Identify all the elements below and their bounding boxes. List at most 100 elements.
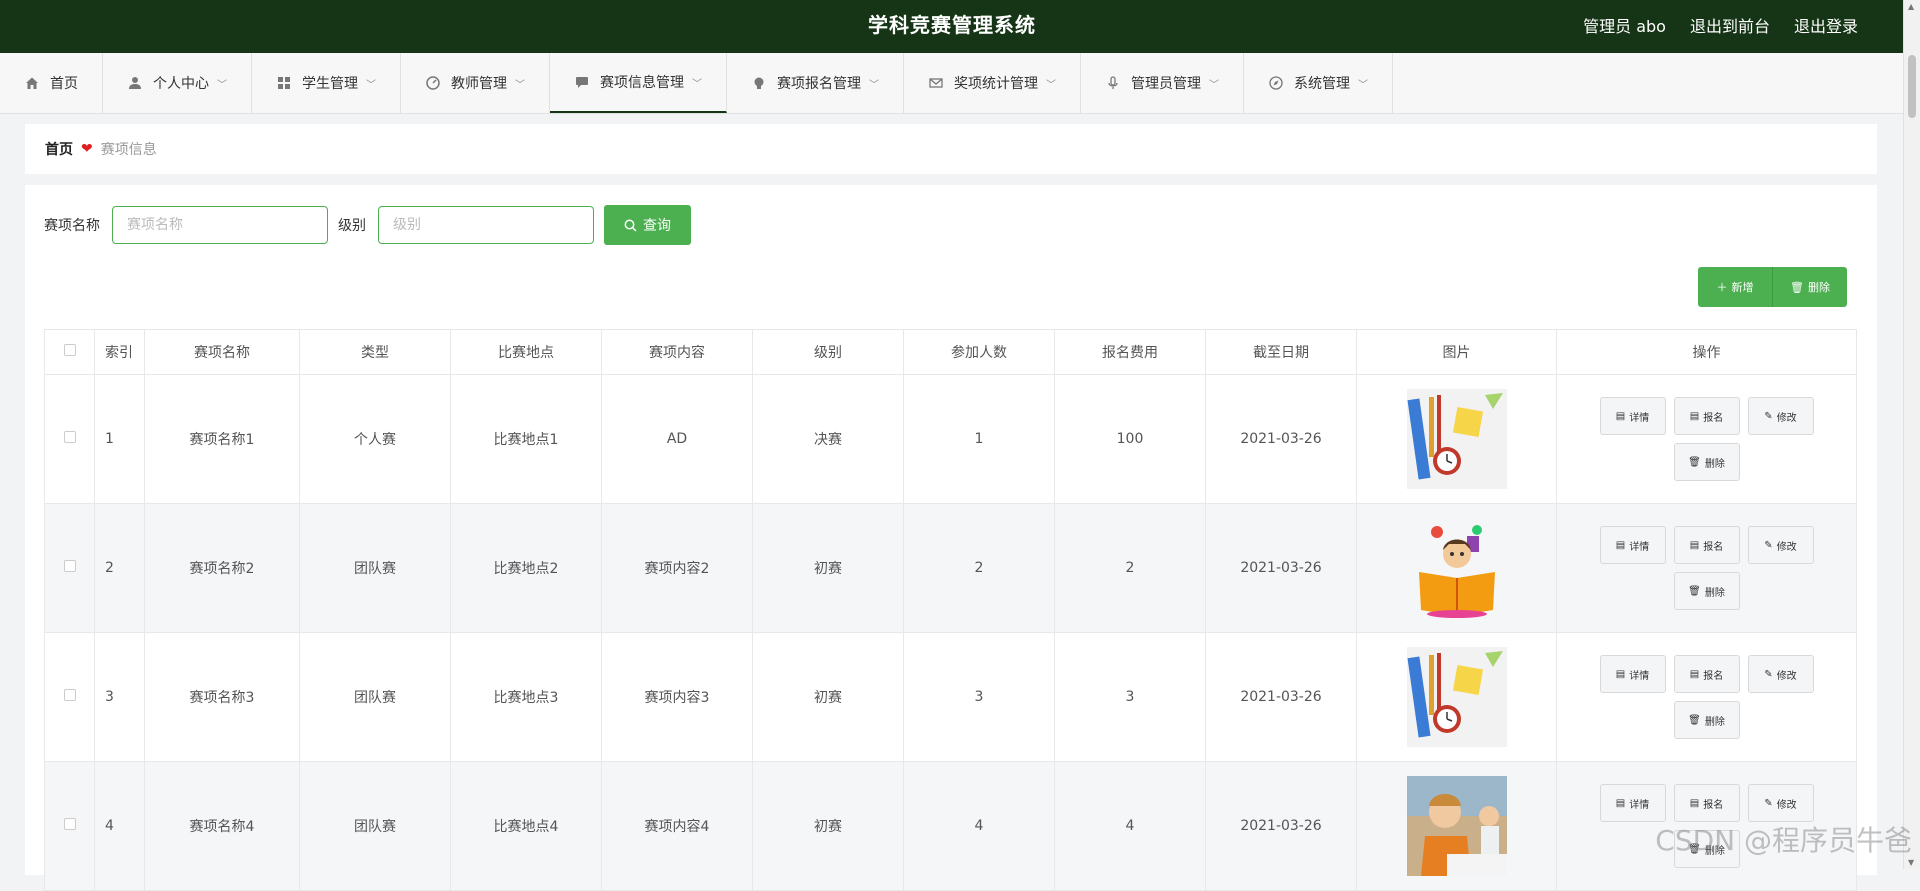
cell-type: 团队赛 — [299, 503, 451, 633]
nav-signup-mgmt[interactable]: 赛项报名管理 ﹀ — [727, 53, 904, 113]
back-to-front-link[interactable]: 退出到前台 — [1690, 13, 1770, 37]
delete-button[interactable]: 🗑 删除 — [1673, 443, 1740, 481]
nav-admin-mgmt[interactable]: 管理员管理 ﹀ — [1081, 53, 1244, 113]
nav-system-mgmt[interactable]: 系统管理 ﹀ — [1244, 53, 1393, 113]
delete-button-label: 删除 — [1704, 458, 1725, 470]
main-nav: 首页 个人中心 ﹀ 学生管理 ﹀ 教师管理 ﹀ 赛项信息管理 ﹀ 赛项报名管理 … — [0, 53, 1904, 114]
delete-button-label: 删除 — [1704, 716, 1725, 728]
grid-icon — [276, 75, 292, 91]
pencil-icon: ✎ — [1764, 668, 1773, 680]
cell-content: 赛项内容2 — [601, 503, 753, 633]
cell-level: 决赛 — [752, 374, 904, 504]
cell-name: 赛项名称1 — [144, 374, 300, 504]
doc-icon: ▤ — [1615, 410, 1626, 422]
table-header-row: 索引 赛项名称 类型 比赛地点 赛项内容 级别 参加人数 报名费用 截至日期 图… — [44, 329, 1857, 375]
edit-button[interactable]: ✎ 修改 — [1747, 655, 1814, 693]
cell-content: AD — [601, 374, 753, 504]
table-row: 3 赛项名称3 团队赛 比赛地点3 赛项内容3 初赛 3 3 2021-03-2… — [44, 632, 1857, 762]
edit-button-label: 修改 — [1776, 412, 1797, 424]
batch-delete-button[interactable]: 🗑 删除 — [1772, 267, 1847, 307]
delete-button-label: 删除 — [1704, 587, 1725, 599]
breadcrumb-current: 赛项信息 — [100, 142, 157, 158]
nav-student-mgmt-label: 学生管理 — [302, 76, 358, 92]
row-checkbox[interactable] — [63, 818, 76, 830]
add-button[interactable]: ＋ 新增 — [1698, 267, 1772, 307]
main-panel: 赛项名称 级别 查询 ＋ 新增 🗑 删除 索引 赛项名称 — [25, 185, 1877, 891]
doc-icon: ▤ — [1689, 668, 1700, 680]
pencil-icon: ✎ — [1764, 797, 1773, 809]
nav-personal-center[interactable]: 个人中心 ﹀ — [103, 53, 252, 113]
delete-button[interactable]: 🗑 删除 — [1673, 701, 1740, 739]
select-all-checkbox[interactable] — [63, 344, 76, 356]
nav-home[interactable]: 首页 — [0, 53, 103, 113]
add-button-label: 新增 — [1731, 281, 1754, 294]
user-icon — [127, 75, 143, 91]
cell-type: 个人赛 — [299, 374, 451, 504]
detail-button-label: 详情 — [1629, 799, 1650, 811]
cell-fee: 2 — [1054, 503, 1206, 633]
cell-content: 赛项内容3 — [601, 632, 753, 762]
col-name: 赛项名称 — [144, 329, 300, 375]
cell-type: 团队赛 — [299, 761, 451, 891]
stationery-image — [1406, 647, 1507, 747]
cell-place: 比赛地点1 — [450, 374, 602, 504]
cell-type: 团队赛 — [299, 632, 451, 762]
logout-link[interactable]: 退出登录 — [1794, 13, 1858, 37]
detail-button[interactable]: ▤ 详情 — [1599, 784, 1666, 822]
row-checkbox[interactable] — [63, 431, 76, 443]
cell-image — [1356, 503, 1557, 633]
col-index: 索引 — [94, 329, 145, 375]
cell-place: 比赛地点4 — [450, 761, 602, 891]
scrollbar-thumb[interactable] — [1908, 55, 1916, 118]
trash-icon: 🗑 — [1688, 585, 1701, 597]
col-count: 参加人数 — [903, 329, 1055, 375]
detail-button[interactable]: ▤ 详情 — [1599, 397, 1666, 435]
nav-student-mgmt[interactable]: 学生管理 ﹀ — [252, 53, 401, 113]
nav-personal-center-label: 个人中心 — [153, 76, 209, 92]
nav-award-stats-mgmt-label: 奖项统计管理 — [954, 76, 1038, 92]
signup-button-label: 报名 — [1703, 541, 1724, 553]
detail-button[interactable]: ▤ 详情 — [1599, 655, 1666, 693]
cell-level: 初赛 — [752, 761, 904, 891]
doc-icon: ▤ — [1689, 539, 1700, 551]
select-all-cell[interactable] — [44, 329, 95, 375]
nav-award-stats-mgmt[interactable]: 奖项统计管理 ﹀ — [904, 53, 1081, 113]
breadcrumb: 首页 ❤ 赛项信息 — [25, 124, 1877, 174]
nav-event-info-mgmt[interactable]: 赛项信息管理 ﹀ — [550, 53, 727, 113]
col-actions: 操作 — [1556, 329, 1857, 375]
cell-count: 4 — [903, 761, 1055, 891]
level-input[interactable] — [378, 206, 594, 244]
query-button[interactable]: 查询 — [604, 205, 691, 245]
signup-button[interactable]: ▤ 报名 — [1673, 655, 1740, 693]
edit-button[interactable]: ✎ 修改 — [1747, 526, 1814, 564]
cell-name: 赛项名称3 — [144, 632, 300, 762]
table-row: 2 赛项名称2 团队赛 比赛地点2 赛项内容2 初赛 2 2 2021-03-2… — [44, 503, 1857, 633]
nav-teacher-mgmt[interactable]: 教师管理 ﹀ — [401, 53, 550, 113]
signup-button[interactable]: ▤ 报名 — [1673, 397, 1740, 435]
search-icon — [624, 219, 637, 232]
event-name-input[interactable] — [112, 206, 328, 244]
cell-index: 1 — [94, 374, 145, 504]
edit-button[interactable]: ✎ 修改 — [1747, 784, 1814, 822]
breadcrumb-home[interactable]: 首页 — [45, 139, 73, 159]
signup-button[interactable]: ▤ 报名 — [1673, 526, 1740, 564]
scroll-down-icon[interactable]: ▼ — [1908, 858, 1914, 867]
page-scrollbar[interactable]: ▲ ▼ — [1903, 0, 1920, 869]
cell-actions: ▤ 详情 ▤ 报名 ✎ 修改 🗑 删除 — [1556, 374, 1857, 504]
cell-index: 2 — [94, 503, 145, 633]
chevron-down-icon: ﹀ — [366, 79, 376, 91]
current-user[interactable]: 管理员 abo — [1583, 13, 1666, 37]
nav-home-label: 首页 — [50, 76, 78, 92]
scroll-up-icon[interactable]: ▲ — [1908, 2, 1914, 11]
cell-date: 2021-03-26 — [1205, 503, 1357, 633]
delete-button[interactable]: 🗑 删除 — [1673, 572, 1740, 610]
detail-button[interactable]: ▤ 详情 — [1599, 526, 1666, 564]
row-checkbox[interactable] — [63, 689, 76, 701]
signup-button[interactable]: ▤ 报名 — [1673, 784, 1740, 822]
cell-level: 初赛 — [752, 503, 904, 633]
batch-delete-label: 删除 — [1807, 281, 1830, 294]
cell-count: 1 — [903, 374, 1055, 504]
pencil-icon: ✎ — [1764, 410, 1773, 422]
row-checkbox[interactable] — [63, 560, 76, 572]
edit-button[interactable]: ✎ 修改 — [1747, 397, 1814, 435]
